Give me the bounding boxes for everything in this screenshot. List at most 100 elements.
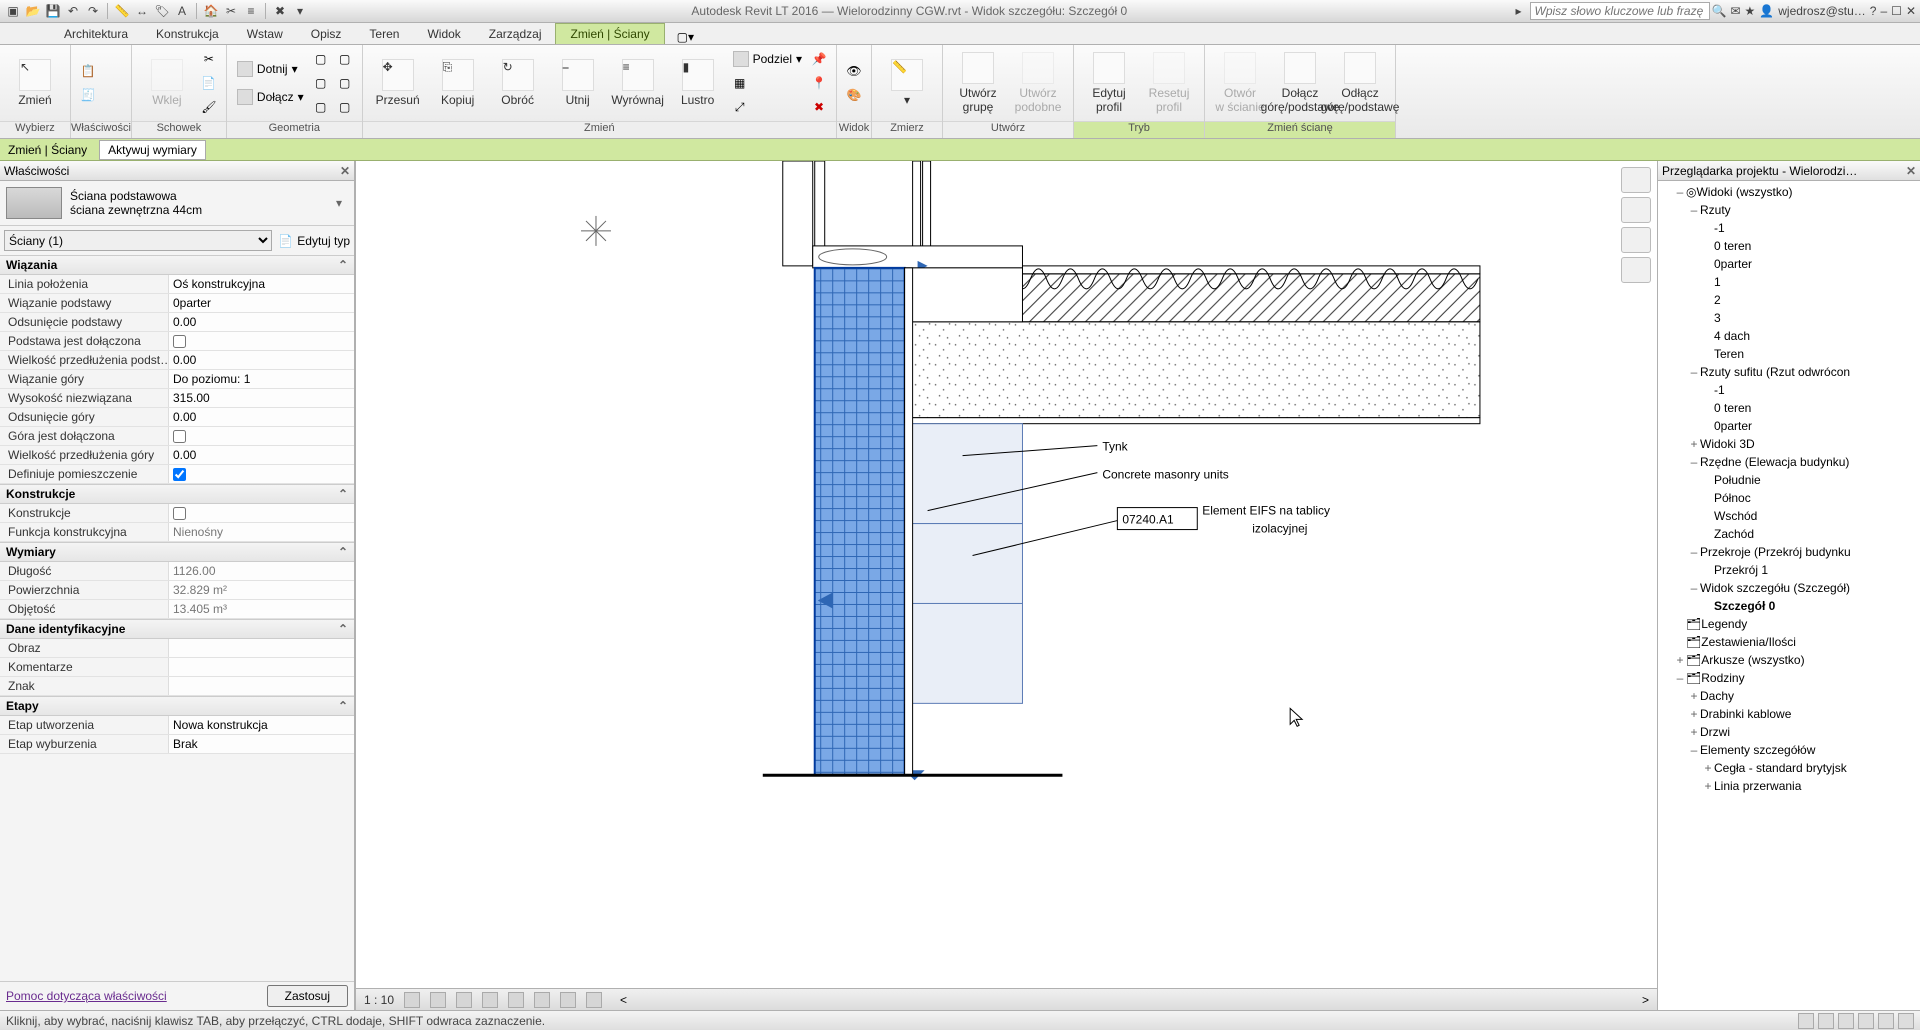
- select-underlay-icon[interactable]: [1818, 1013, 1834, 1029]
- cut-icon[interactable]: ✂: [198, 48, 220, 70]
- reveal-icon[interactable]: [586, 992, 602, 1008]
- type-selector[interactable]: Ściana podstawowa ściana zewnętrzna 44cm…: [0, 181, 354, 226]
- detach-button[interactable]: Odłącz górę/podstawę: [1331, 47, 1389, 119]
- split-button[interactable]: Podziel ▾: [729, 48, 806, 70]
- unpin-icon[interactable]: 📍: [808, 72, 830, 94]
- crop-icon[interactable]: [508, 992, 524, 1008]
- geom-icon-3[interactable]: ▢: [310, 96, 332, 118]
- instance-filter[interactable]: Ściany (1): [4, 230, 272, 251]
- project-tree[interactable]: –◎ Widoki (wszystko) –Rzuty -1 0 teren 0…: [1658, 181, 1920, 1010]
- properties-close-icon[interactable]: ✕: [340, 164, 350, 178]
- search-icon[interactable]: 🔍: [1712, 4, 1727, 18]
- switch-windows-icon[interactable]: ▾: [291, 2, 309, 20]
- select-pinned-icon[interactable]: [1838, 1013, 1854, 1029]
- favorite-icon[interactable]: ★: [1745, 4, 1756, 18]
- edit-type-button[interactable]: 📄 Edytuj typ: [278, 234, 350, 248]
- tab-opisz[interactable]: Opisz: [297, 24, 356, 44]
- edit-profile-button[interactable]: Edytuj profil: [1080, 47, 1138, 119]
- geom-icon-1[interactable]: ▢: [310, 48, 332, 70]
- geom-icon-4[interactable]: ▢: [334, 48, 356, 70]
- create-group-button[interactable]: Utwórz grupę: [949, 47, 1007, 119]
- val-konstr[interactable]: [168, 504, 354, 522]
- align-dim-icon[interactable]: ↔: [133, 2, 151, 20]
- redo-icon[interactable]: ↷: [84, 2, 102, 20]
- browser-close-icon[interactable]: ✕: [1906, 164, 1916, 178]
- val-linia[interactable]: Oś konstrukcyjna: [168, 275, 354, 293]
- thin-lines-icon[interactable]: ≡: [242, 2, 260, 20]
- sun-path-icon[interactable]: [456, 992, 472, 1008]
- properties-help-link[interactable]: Pomoc dotycząca właściwości: [6, 989, 167, 1003]
- geom-icon-5[interactable]: ▢: [334, 72, 356, 94]
- val-wgory[interactable]: Do poziomu: 1: [168, 370, 354, 388]
- nav-wheel-icon[interactable]: [1621, 197, 1651, 223]
- val-wys[interactable]: 315.00: [168, 389, 354, 407]
- tab-wstaw[interactable]: Wstaw: [233, 24, 297, 44]
- tab-teren[interactable]: Teren: [355, 24, 413, 44]
- override-icon[interactable]: 🎨: [843, 84, 865, 106]
- search-input[interactable]: [1530, 2, 1710, 20]
- user-name[interactable]: wjedrosz@stu…: [1778, 4, 1866, 18]
- val-goradol[interactable]: [168, 427, 354, 445]
- trim-extend-button[interactable]: ⎯Utnij: [549, 47, 607, 119]
- hide-isolate-icon[interactable]: [560, 992, 576, 1008]
- val-ogory[interactable]: 0.00: [168, 408, 354, 426]
- val-etapu[interactable]: Nowa konstrukcja: [168, 716, 354, 734]
- tab-zmien-sciany[interactable]: Zmień | Ściany: [555, 23, 664, 44]
- section-icon[interactable]: ✂: [222, 2, 240, 20]
- val-opodst[interactable]: 0.00: [168, 313, 354, 331]
- val-obraz[interactable]: [168, 639, 354, 657]
- pin-icon[interactable]: 📌: [808, 48, 830, 70]
- app-menu-icon[interactable]: ▣: [4, 2, 22, 20]
- val-wpp[interactable]: 0.00: [168, 351, 354, 369]
- tab-widok[interactable]: Widok: [413, 24, 474, 44]
- infocenter-arrow-icon[interactable]: ▸: [1510, 2, 1528, 20]
- val-wpodst[interactable]: 0parter: [168, 294, 354, 312]
- hide-icon[interactable]: 👁: [843, 60, 865, 82]
- close-hidden-icon[interactable]: ✖: [271, 2, 289, 20]
- val-koment[interactable]: [168, 658, 354, 676]
- help-icon[interactable]: ?: [1870, 4, 1877, 18]
- scale-icon[interactable]: ⤢: [729, 96, 751, 118]
- tab-zarzadzaj[interactable]: Zarządzaj: [475, 24, 556, 44]
- user-icon[interactable]: 👤: [1759, 4, 1774, 18]
- text-icon[interactable]: A: [173, 2, 191, 20]
- scale-value[interactable]: 1 : 10: [364, 993, 394, 1007]
- apply-button[interactable]: Zastosuj: [267, 985, 348, 1007]
- activate-dimensions-button[interactable]: Aktywuj wymiary: [99, 140, 206, 160]
- type-properties-icon[interactable]: 📋: [77, 60, 99, 82]
- subscription-icon[interactable]: ✉: [1730, 4, 1740, 18]
- nav-zoom-icon[interactable]: [1621, 257, 1651, 283]
- save-icon[interactable]: 💾: [44, 2, 62, 20]
- nav-pan-icon[interactable]: [1621, 227, 1651, 253]
- shadows-icon[interactable]: [482, 992, 498, 1008]
- geom-icon-2[interactable]: ▢: [310, 72, 332, 94]
- tab-architektura[interactable]: Architektura: [50, 24, 142, 44]
- move-button[interactable]: ✥Przesuń: [369, 47, 427, 119]
- mirror-button[interactable]: ▮Lustro: [669, 47, 727, 119]
- chevron-down-icon[interactable]: ▾: [336, 196, 348, 210]
- join-button[interactable]: Dołącz ▾: [233, 86, 308, 108]
- nav-home-icon[interactable]: [1621, 167, 1651, 193]
- default-3d-icon[interactable]: 🏠: [202, 2, 220, 20]
- val-podstdol[interactable]: [168, 332, 354, 350]
- matchtype-icon[interactable]: 🖌: [198, 96, 220, 118]
- rotate-button[interactable]: ↻Obróć: [489, 47, 547, 119]
- align-button[interactable]: ≡Wyrównaj: [609, 47, 667, 119]
- detail-level-icon[interactable]: [404, 992, 420, 1008]
- select-face-icon[interactable]: [1858, 1013, 1874, 1029]
- trim-button[interactable]: Dotnij ▾: [233, 58, 308, 80]
- minimize-icon[interactable]: –: [1880, 4, 1887, 18]
- filter-icon[interactable]: [1898, 1013, 1914, 1029]
- crop-region-icon[interactable]: [534, 992, 550, 1008]
- drawing-canvas[interactable]: Tynk Concrete masonry units 07240.A1 Ele…: [355, 161, 1658, 1010]
- measure-button[interactable]: 📏▾: [878, 47, 936, 119]
- drag-elements-icon[interactable]: [1878, 1013, 1894, 1029]
- copy-button[interactable]: ⎘Kopiuj: [429, 47, 487, 119]
- modify-button[interactable]: ↖Zmień: [6, 47, 64, 119]
- geom-icon-6[interactable]: ▢: [334, 96, 356, 118]
- maximize-icon[interactable]: ☐: [1891, 4, 1902, 18]
- val-etapw[interactable]: Brak: [168, 735, 354, 753]
- select-links-icon[interactable]: [1798, 1013, 1814, 1029]
- delete-icon[interactable]: ✖: [808, 96, 830, 118]
- val-defpom[interactable]: [168, 465, 354, 483]
